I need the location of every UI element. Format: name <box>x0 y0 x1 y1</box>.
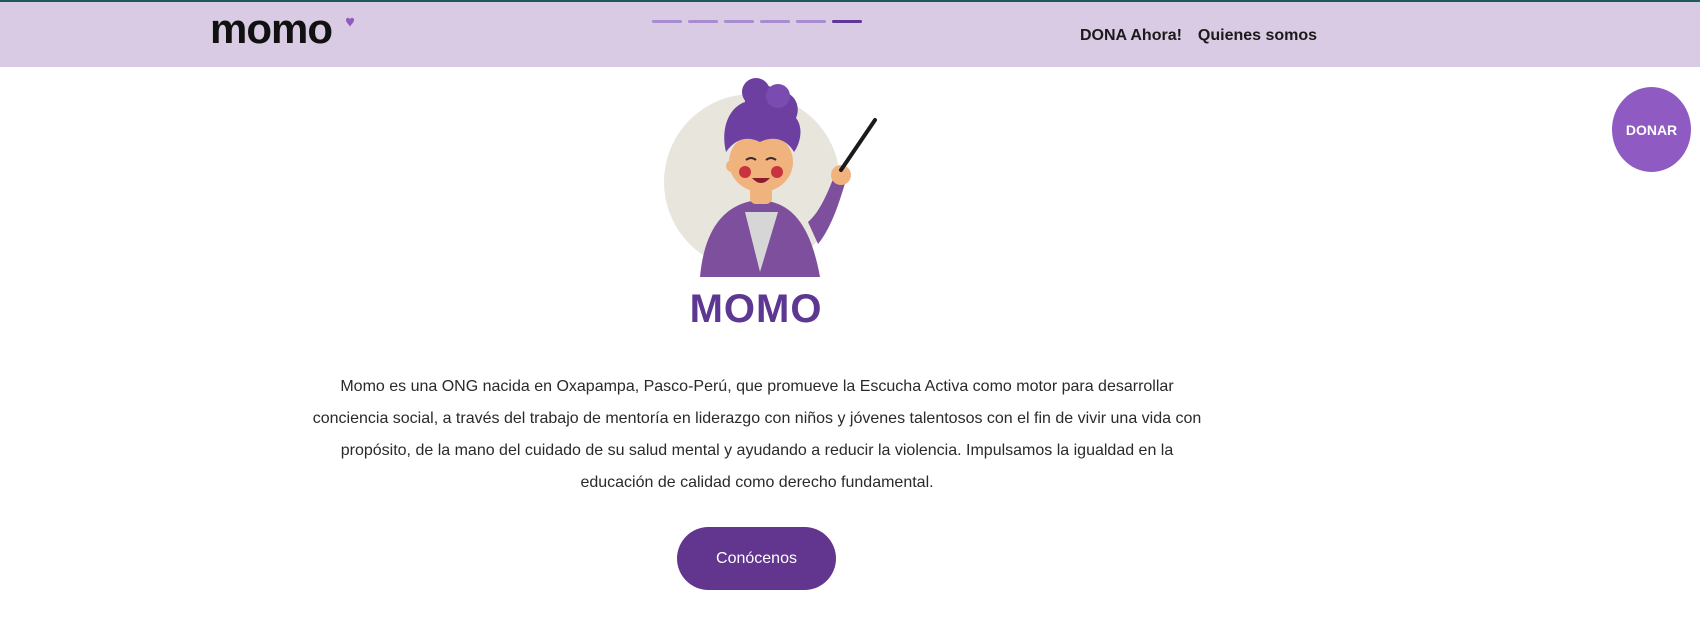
site-header: momo DONA Ahora! Quienes somos <box>0 2 1700 67</box>
floating-donate-button[interactable]: DONAR <box>1612 87 1691 172</box>
progress-segment[interactable] <box>760 20 790 23</box>
teacher-with-pointer-illustration <box>664 78 877 277</box>
progress-segment[interactable] <box>724 20 754 23</box>
conocenos-button[interactable]: Conócenos <box>677 527 836 590</box>
slide-progress <box>652 20 862 23</box>
progress-segment-active[interactable] <box>832 20 862 23</box>
heart-icon <box>346 17 354 27</box>
svg-text:momo: momo <box>210 12 332 52</box>
progress-segment[interactable] <box>688 20 718 23</box>
main-nav: DONA Ahora! Quienes somos <box>1080 27 1317 45</box>
momo-logo[interactable]: momo <box>210 12 360 52</box>
about-description: Momo es una ONG nacida en Oxapampa, Pasc… <box>312 378 1202 491</box>
progress-segment[interactable] <box>652 20 682 23</box>
nav-quienes-somos[interactable]: Quienes somos <box>1198 27 1317 45</box>
nav-dona-ahora[interactable]: DONA Ahora! <box>1080 27 1182 45</box>
page-title: MOMO <box>689 287 823 331</box>
progress-segment[interactable] <box>796 20 826 23</box>
